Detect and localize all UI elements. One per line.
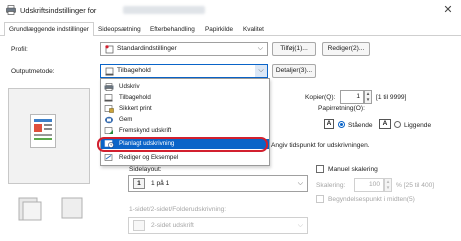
chevron-down-icon: ⌵ [257,45,263,52]
tab-page-setup[interactable]: Sideopsætning [98,24,141,36]
dropdown-item-edit-preview[interactable]: Rediger og Eksempel [101,153,269,163]
window-title: Udskriftsindstillinger for [20,6,97,15]
profile-icon [105,45,114,54]
hold-icon [104,94,113,102]
details-button[interactable]: Detaljer(3)... [272,64,316,78]
print-icon [104,83,114,91]
dropdown-item-store[interactable]: Gem [101,115,269,125]
dropdown-item-label: Rediger og Eksempel [119,154,179,161]
profile-value: Standardindstillinger [117,45,177,52]
copies-label: Kopier(Q): [305,94,336,101]
copies-stepper[interactable]: ▲ ▼ [364,90,372,104]
start-center-checkbox[interactable] [316,195,324,203]
hold-icon [105,67,114,76]
portrait-icon: A [324,119,334,129]
orientation-label: Papirretning(O): [318,105,365,112]
portrait-label: Stående [348,122,373,129]
duplex-label: 1-sidet/2-sidet/Folderudskrivning: [129,206,227,213]
add-profile-button[interactable]: Tilføj(1)... [272,42,316,56]
printer-app-icon [6,5,16,15]
landscape-radio[interactable] [394,121,401,128]
dropdown-item-secure-print[interactable]: Sikkert print [101,104,269,114]
page-layout-select[interactable]: 1 1 på 1 ⌵ [128,175,308,192]
one-page-icon: 1 [133,178,145,189]
save-icon [105,116,113,124]
scaling-input[interactable]: 100 [354,178,384,192]
printer-preview-icon [18,197,42,221]
edit-preview-icon [104,154,113,161]
portrait-radio[interactable] [338,121,345,128]
tab-paper-source[interactable]: Papirkilde [205,24,233,36]
landscape-icon: A [379,119,391,129]
start-center-label: Begyndelsespunkt i midten(5) [328,196,415,203]
scaling-range: % [25 til 400] [396,182,435,189]
lock-icon [104,105,114,113]
chevron-down-icon: ⌵ [297,222,303,229]
printer-name-redacted [123,6,205,14]
dropdown-item-priority-print[interactable]: Fremskynd udskrift [101,126,269,136]
paper-preview [30,114,56,148]
tab-basic-settings[interactable]: Grundlæggende indstillinger [4,22,94,37]
profile-label: Profil: [11,46,28,53]
schedule-hint: Angiv tidspunkt for udskrivningen. [271,142,370,149]
dropdown-item-label: Sikkert print [119,105,152,112]
output-method-select[interactable]: Tilbagehold ⌵ [100,64,268,78]
output-method-label: Outputmetode: [11,68,55,75]
duplex-select[interactable]: 2-sidet udskrift ⌵ [128,217,308,234]
layout-preview-icon [61,197,83,219]
dropdown-item-label: Gem [119,116,133,123]
copies-range: [1 til 9999] [376,94,407,101]
scaling-stepper[interactable]: ▲ ▼ [384,178,392,192]
close-icon[interactable]: ✕ [441,3,455,17]
priority-print-icon [104,127,113,134]
manual-scaling-checkbox[interactable] [316,165,324,173]
dropdown-item-label: Tilbagehold [119,94,151,101]
output-method-value: Tilbagehold [117,67,151,74]
dropdown-item-label: Fremskynd udskrift [119,127,172,134]
page-layout-label: Sidelayout: [129,166,162,173]
copies-input[interactable]: 1 [340,90,364,104]
landscape-label: Liggende [404,122,432,129]
output-method-dropdown: Udskriv Tilbagehold Sikkert print Gem Fr… [100,78,270,166]
dropdown-item-print[interactable]: Udskriv [101,82,269,92]
scaling-label: Skalering: [316,182,346,189]
edit-profile-button[interactable]: Rediger(2)... [322,42,370,56]
tab-quality[interactable]: Kvalitet [243,24,264,36]
document-preview-icon [34,119,52,140]
manual-scaling-label: Manuel skalering [328,166,378,173]
chevron-down-icon: ⌵ [297,180,303,187]
duplex-icon [133,220,145,231]
dropdown-item-hold[interactable]: Tilbagehold [101,93,269,103]
duplex-value: 2-sidet udskrift [151,222,194,229]
page-layout-value: 1 på 1 [151,180,170,187]
chevron-down-icon: ⌵ [255,65,267,77]
dropdown-item-label: Udskriv [119,83,140,90]
tab-finishing[interactable]: Efterbehandling [150,24,195,36]
profile-select[interactable]: Standardindstillinger ⌵ [100,42,268,56]
selection-highlight-ring [97,137,268,152]
